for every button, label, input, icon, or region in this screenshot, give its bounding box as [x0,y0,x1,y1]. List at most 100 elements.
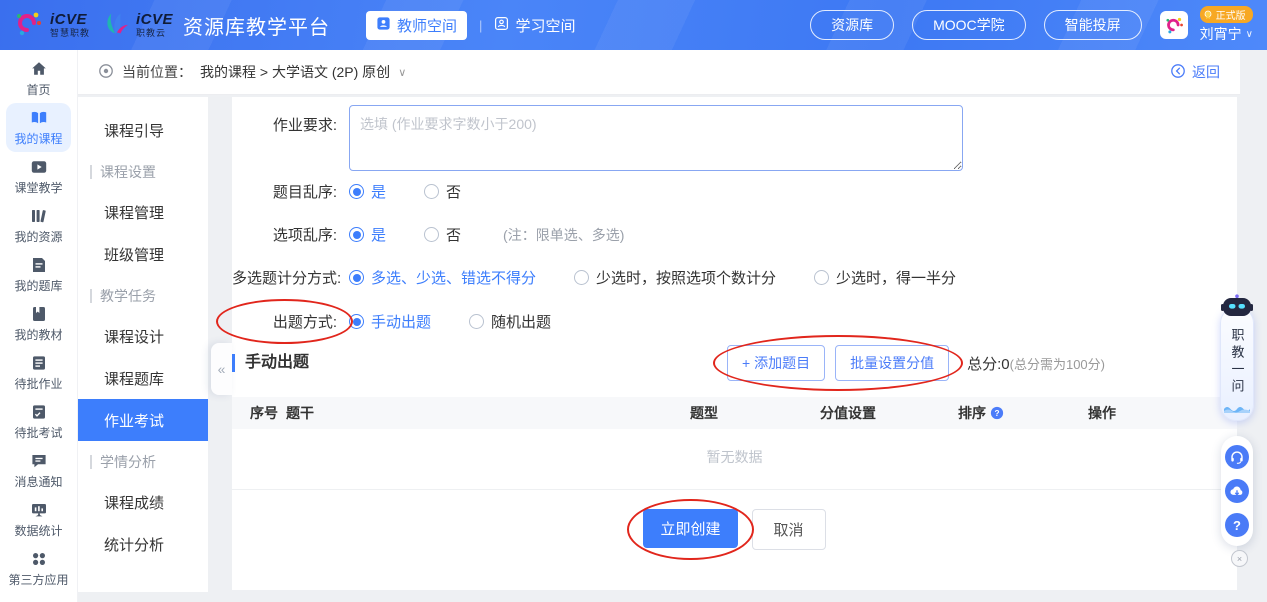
resources-icon [30,207,48,225]
add-question-button[interactable]: + 添加题目 [727,345,825,381]
breadcrumb: 当前位置： 我的课程 > 大学语文 (2P) 原创 ∨ 返回 [78,50,1240,95]
teacher-space-button[interactable]: 教师空间 [366,11,467,40]
radio-option-1-1[interactable]: 否 [424,224,461,245]
menu-item-5[interactable]: 课程设计 [78,315,208,357]
sidebar-item-apps[interactable]: 第三方应用 [6,544,71,593]
menu-label: 班级管理 [104,244,164,265]
sidebar-item-question-bank[interactable]: 我的题库 [6,250,71,299]
radio-label: 少选时，按照选项个数计分 [596,267,776,288]
radio-option-2-2[interactable]: 少选时，得一半分 [814,267,956,288]
menu-item-3[interactable]: 班级管理 [78,233,208,275]
sidebar-item-home[interactable]: 首页 [6,54,71,103]
radio-icon [349,184,364,199]
menu-item-6[interactable]: 课程题库 [78,357,208,399]
radio-icon [349,314,364,329]
section-title: 手动出题 [232,354,309,372]
sidebar-item-resources[interactable]: 我的资源 [6,201,71,250]
total-score-value: 总分:0 [967,356,1010,373]
batch-score-button[interactable]: 批量设置分值 [835,345,949,381]
radio-option-0-1[interactable]: 否 [424,181,461,202]
sidebar-item-classroom[interactable]: 课堂教学 [6,152,71,201]
sidebar-item-exam[interactable]: 待批考试 [6,397,71,446]
field-label: 多选题计分方式: [232,267,337,288]
multiselect-scoring-row: 多选题计分方式: 多选、少选、错选不得分 少选时，按照选项个数计分 少选时，得一半分 [232,267,994,288]
classroom-icon [30,158,48,176]
menu-section-4: 教学任务 [78,277,208,315]
assistant-label: 职教一问 [1231,328,1244,396]
menu-item-2[interactable]: 课程管理 [78,191,208,233]
sidebar-item-stats[interactable]: 数据统计 [6,495,71,544]
menu-item-7[interactable]: 作业考试 [78,399,208,441]
stats-icon [30,501,48,519]
radio-option-3-0[interactable]: 手动出题 [349,311,431,332]
learning-space-button[interactable]: 学习空间 [494,15,575,36]
add-and-batch-buttons: + 添加题目 批量设置分值 [727,345,949,381]
header-pill-1[interactable]: MOOC学院 [912,10,1026,40]
menu-label: 课程题库 [104,368,164,389]
icve-zhijiaoyun-logo[interactable]: iCVE职教云 [100,8,173,43]
avatar[interactable] [1160,11,1188,39]
radio-option-1-0[interactable]: 是 [349,224,386,245]
app-root: iCVE智慧职教 iCVE职教云 资源库教学平台 教师空间 | [0,0,1267,602]
assistant-widget[interactable]: 职教一问 [1219,294,1255,421]
icve-zhihuizhijiao-logo[interactable]: iCVE智慧职教 [12,7,90,44]
radio-option-2-1[interactable]: 少选时，按照选项个数计分 [574,267,776,288]
sidebar-item-label: 我的资源 [14,228,62,245]
menu-label: 课程引导 [104,120,164,141]
radio-option-2-0[interactable]: 多选、少选、错选不得分 [349,267,536,288]
menu-item-10[interactable]: 统计分析 [78,523,208,565]
license-badge-label: 正式版 [1216,7,1246,22]
column-header-5: 操作 [1088,403,1237,423]
breadcrumb-path: 我的课程 > 大学语文 (2P) 原创 [200,62,390,82]
radio-option-3-1[interactable]: 随机出题 [469,311,551,332]
menu-section-1: 课程设置 [78,153,208,191]
logo-name: iCVE [50,12,90,27]
field-label: 出题方式: [232,311,337,332]
menu-item-0[interactable]: 课程引导 [78,109,208,151]
sidebar-item-textbook[interactable]: 我的教材 [6,299,71,348]
close-icon[interactable]: × [1231,550,1248,567]
radio-option-0-0[interactable]: 是 [349,181,386,202]
collapse-menu-handle[interactable]: « [211,343,232,395]
sidebar-item-label: 待批作业 [14,375,62,392]
menu-label: 学情分析 [100,452,156,472]
customer-service-icon[interactable] [1225,445,1249,469]
radio-label: 是 [371,181,386,202]
sidebar-item-label: 首页 [26,81,50,98]
menu-item-9[interactable]: 课程成绩 [78,481,208,523]
divider [232,489,1237,490]
sidebar-item-courses[interactable]: 我的课程 [6,103,71,152]
column-header-0: 序号 [250,403,286,423]
sidebar-item-homework[interactable]: 待批作业 [6,348,71,397]
requirement-textarea[interactable] [349,105,963,171]
help-icon[interactable]: ? [990,406,1004,420]
cancel-button[interactable]: 取消 [752,509,826,550]
assistant-body: 职教一问 [1220,307,1254,421]
location-pin-icon [98,63,114,82]
collapse-icon: « [218,361,226,377]
radio-label: 否 [446,181,461,202]
cloud-download-icon[interactable] [1225,479,1249,503]
user-name: 刘宵宁 [1200,24,1242,44]
column-header-3: 分值设置 [820,403,958,423]
total-score: 总分:0(总分需为100分) [967,353,1105,374]
radio-icon [469,314,484,329]
header-pill-2[interactable]: 智能投屏 [1044,10,1142,40]
primary-sidebar: 首页我的课程课堂教学我的资源我的题库我的教材待批作业待批考试消息通知数据统计第三… [0,50,78,602]
field-label: 题目乱序: [232,181,337,202]
learning-space-icon [494,16,509,35]
header-pill-0[interactable]: 资源库 [810,10,894,40]
user-menu[interactable]: 刘宵宁 ∨ [1200,24,1253,44]
help-icon[interactable]: ? [1225,513,1249,537]
radio-icon [349,227,364,242]
back-button[interactable]: 返回 [1170,62,1220,82]
course-switch-caret[interactable]: ∨ [398,66,406,79]
back-arrow-icon [1170,63,1186,82]
field-label: 选项乱序: [232,224,337,245]
sidebar-item-message[interactable]: 消息通知 [6,446,71,495]
textbook-icon [30,305,48,323]
message-icon [30,452,48,470]
radio-icon [424,227,439,242]
form-footer: 立即创建 取消 [232,509,1237,550]
submit-button[interactable]: 立即创建 [643,509,737,548]
